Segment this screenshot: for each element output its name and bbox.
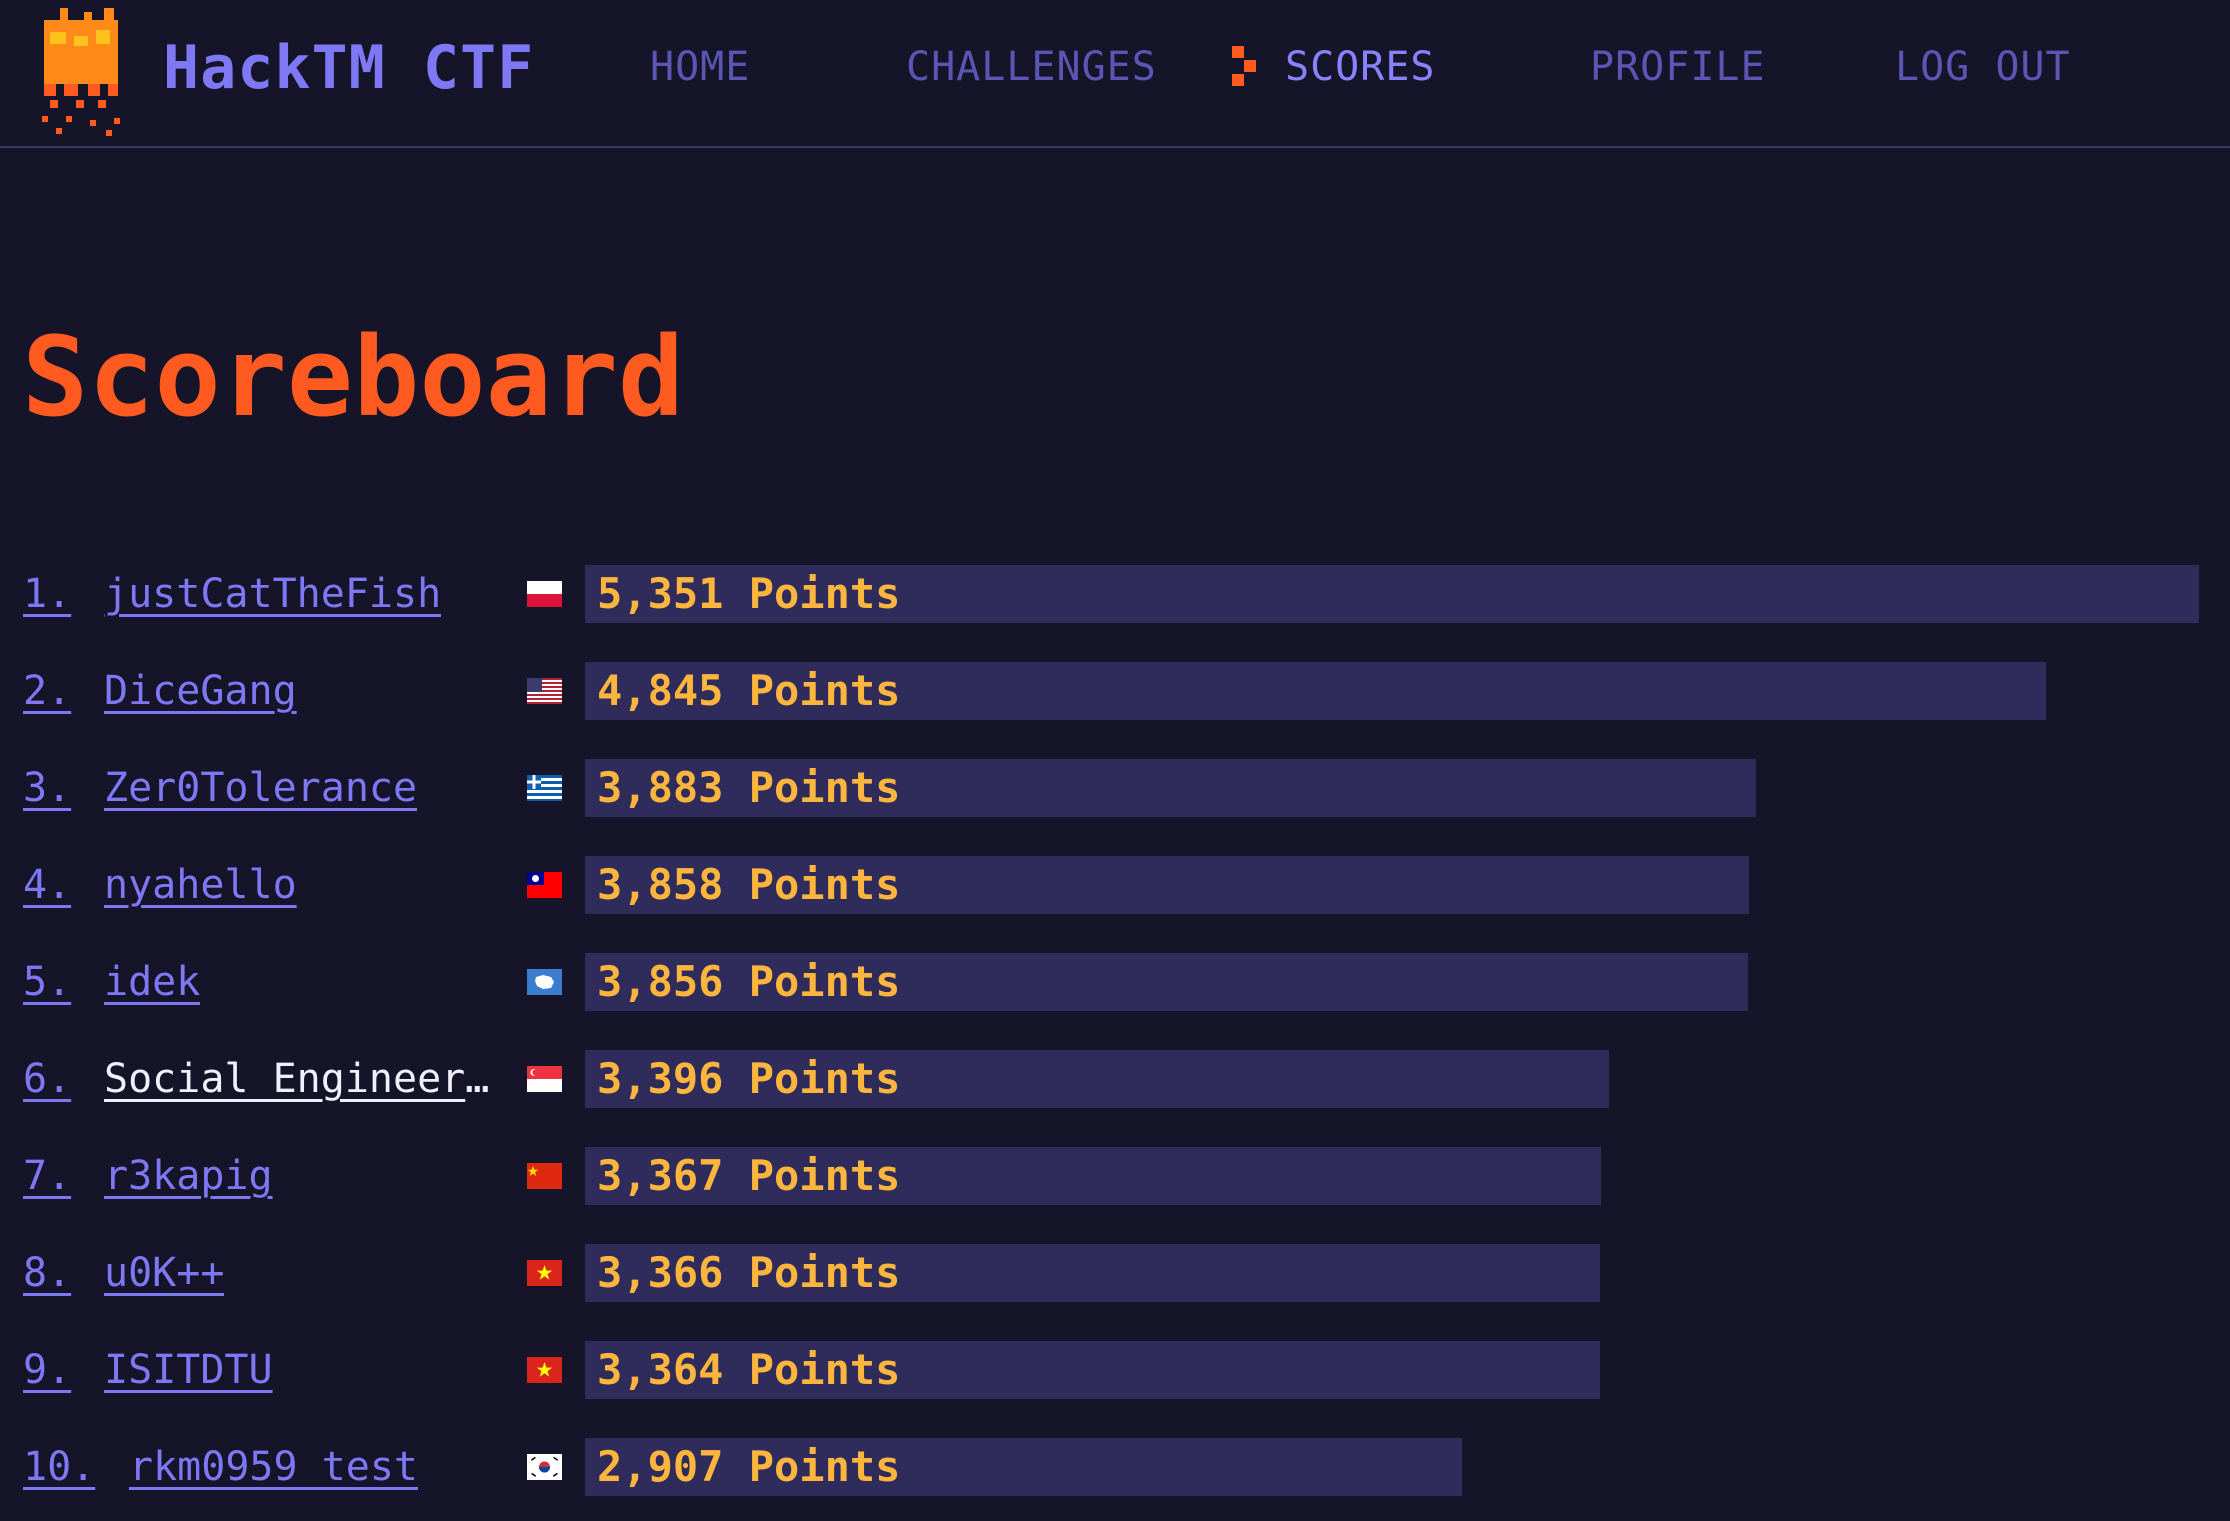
points-label: 3,858 Points (597, 860, 901, 909)
points-label: 4,845 Points (597, 666, 901, 715)
rank-link[interactable]: 5. (23, 952, 71, 1012)
scoreboard-row: 6. Social_Engineering_Experts 3,396 Points (0, 1049, 2230, 1109)
antarctica-flag-icon (527, 969, 562, 995)
points-label: 3,856 Points (597, 957, 901, 1006)
nav-logout[interactable]: LOG OUT (1895, 42, 2071, 92)
rank-link[interactable]: 4. (23, 855, 71, 915)
rank-link[interactable]: 7. (23, 1146, 71, 1206)
team-name-link[interactable]: Social_Engineering_Experts (104, 1049, 494, 1109)
points-label: 3,364 Points (597, 1345, 901, 1394)
points-label: 3,883 Points (597, 763, 901, 812)
nav-profile[interactable]: PROFILE (1590, 42, 1766, 92)
team-name-link[interactable]: justCatTheFish (104, 564, 441, 624)
scoreboard-row: 7. r3kapig 3,367 Points (0, 1146, 2230, 1206)
scoreboard-row: 1. justCatTheFish 5,351 Points (0, 564, 2230, 624)
scoreboard-row: 4. nyahello 3,858 Points (0, 855, 2230, 915)
team-name-link[interactable]: u0K++ (104, 1243, 224, 1303)
greece-flag-icon (527, 775, 562, 801)
points-label: 3,367 Points (597, 1151, 901, 1200)
rank-link[interactable]: 6. (23, 1049, 71, 1109)
scoreboard-row: 10. rkm0959_test 2,907 Points (0, 1437, 2230, 1497)
hacktm-logo-icon[interactable] (38, 8, 124, 136)
brand-title[interactable]: HackTM CTF (163, 30, 534, 106)
active-nav-marker-icon (1232, 46, 1256, 86)
top-navigation-bar: HackTM CTF HOME CHALLENGES SCORES PROFIL… (0, 0, 2230, 148)
team-name-link[interactable]: Zer0Tolerance (104, 758, 417, 818)
nav-home[interactable]: HOME (650, 42, 750, 92)
nav-scores[interactable]: SCORES (1285, 42, 1436, 92)
usa-flag-icon (527, 678, 562, 704)
scoreboard-row: 9. ISITDTU 3,364 Points (0, 1340, 2230, 1400)
team-name-link[interactable]: ISITDTU (104, 1340, 273, 1400)
team-name-link[interactable]: r3kapig (104, 1146, 273, 1206)
points-label: 2,907 Points (597, 1442, 901, 1491)
team-name-link[interactable]: rkm0959_test (129, 1437, 418, 1497)
rank-link[interactable]: 8. (23, 1243, 71, 1303)
rank-link[interactable]: 1. (23, 564, 71, 624)
rank-link[interactable]: 2. (23, 661, 71, 721)
rank-link[interactable]: 10. (23, 1437, 95, 1497)
points-label: 5,351 Points (597, 569, 901, 618)
rank-link[interactable]: 9. (23, 1340, 71, 1400)
scoreboard-row: 3. Zer0Tolerance 3,883 Points (0, 758, 2230, 818)
poland-flag-icon (527, 581, 562, 607)
team-name-link[interactable]: nyahello (104, 855, 297, 915)
china-flag-icon (527, 1163, 562, 1189)
south-korea-flag-icon (527, 1454, 562, 1480)
singapore-flag-icon (527, 1066, 562, 1092)
team-name-link[interactable]: DiceGang (104, 661, 297, 721)
scoreboard-row: 8. u0K++ 3,366 Points (0, 1243, 2230, 1303)
vietnam-flag-icon (527, 1357, 562, 1383)
nav-challenges[interactable]: CHALLENGES (906, 42, 1157, 92)
points-label: 3,366 Points (597, 1248, 901, 1297)
scoreboard-row: 5. idek 3,856 Points (0, 952, 2230, 1012)
points-label: 3,396 Points (597, 1054, 901, 1103)
vietnam-flag-icon (527, 1260, 562, 1286)
scoreboard-row: 2. DiceGang 4,845 Points (0, 661, 2230, 721)
page-title: Scoreboard (22, 313, 685, 441)
taiwan-flag-icon (527, 872, 562, 898)
team-name-link[interactable]: idek (104, 952, 200, 1012)
rank-link[interactable]: 3. (23, 758, 71, 818)
